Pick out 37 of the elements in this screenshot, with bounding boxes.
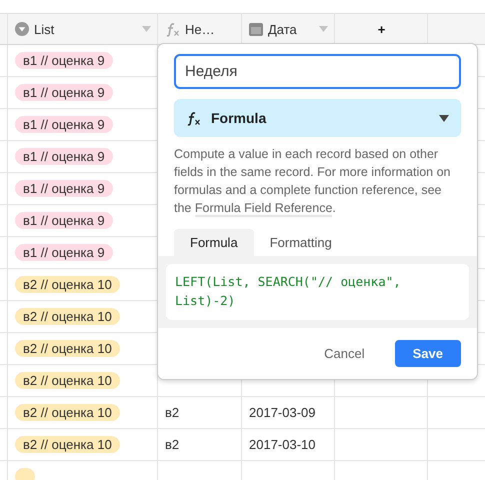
- option-tag: в1 // оценка 9: [15, 212, 113, 229]
- field-description: Compute a value in each record based on other fields in the same record. For more information on formulas and a complete function reference, see the Formula Field Reference.: [174, 146, 452, 217]
- field-type-select[interactable]: Formula: [174, 99, 461, 137]
- caret-icon: [439, 114, 449, 122]
- editor-tab[interactable]: Formatting: [254, 229, 348, 256]
- reference-link[interactable]: Formula Field Reference: [194, 201, 332, 217]
- table-cell: 2017-03-09: [249, 405, 316, 420]
- cancel-button[interactable]: Cancel: [306, 340, 383, 367]
- table-cell: в2: [165, 437, 180, 452]
- option-tag: в1 // оценка 9: [15, 180, 113, 197]
- column-header[interactable]: Дата: [242, 14, 335, 44]
- option-tag: в1 // оценка 9: [15, 116, 113, 133]
- option-tag: в1 // оценка 9: [15, 148, 113, 165]
- formula-icon: [165, 22, 180, 36]
- option-tag: в1 // оценка 9: [15, 52, 113, 69]
- option-tag: в2 // оценка 10: [15, 276, 120, 293]
- column-header[interactable]: Не…: [158, 14, 242, 44]
- option-tag: в1 // оценка 9: [15, 84, 113, 101]
- table-cell: в2: [165, 405, 180, 420]
- formula-icon: [186, 110, 201, 126]
- save-button[interactable]: Save: [394, 340, 461, 367]
- caret-icon: [319, 26, 328, 32]
- option-tag: в1 // оценка 9: [15, 244, 113, 261]
- option-tag: в2 // оценка 10: [15, 436, 120, 453]
- caret-icon: [142, 26, 151, 32]
- option-tag: в2 // оценка 10: [15, 404, 120, 421]
- field-name-input[interactable]: Неделя: [174, 54, 461, 89]
- editor-tab[interactable]: Formula: [174, 229, 254, 256]
- dropdown-circle-icon: [15, 22, 29, 36]
- table-cell: 2017-03-10: [249, 437, 316, 452]
- add-field-button[interactable]: +: [335, 14, 428, 44]
- option-tag: в2 // оценка 10: [15, 340, 120, 357]
- column-header[interactable]: List: [8, 14, 158, 44]
- option-tag: в2 // оценка 10: [15, 372, 120, 389]
- calendar-icon: [249, 22, 263, 36]
- formula-input[interactable]: LEFT(List, SEARCH("// оценка", List)-2): [166, 264, 469, 320]
- option-tag: в2 // оценка 10: [15, 308, 120, 325]
